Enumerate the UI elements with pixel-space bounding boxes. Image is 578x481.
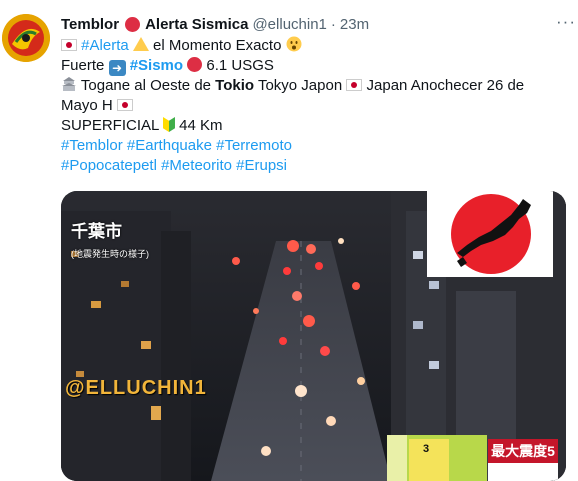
arrow-right-box-icon: ➜: [108, 60, 126, 76]
intensity-badge-footer: [488, 463, 558, 481]
japan-flag-icon: [61, 39, 77, 51]
tweet-text-location: Togane al Oeste de: [80, 77, 216, 94]
tweet-time[interactable]: 23m: [340, 16, 369, 33]
tweet-text-1: el Momento Exacto: [153, 37, 282, 54]
tweet-content: Temblor Alerta Sismica @elluchin1 · 23m …: [61, 12, 564, 176]
japan-flag-icon: [116, 99, 133, 111]
warning-icon: [132, 37, 149, 51]
avatar-logo-icon: [2, 14, 50, 62]
pagoda-icon: [62, 77, 76, 91]
hashtag-meteorito[interactable]: #Meteorito: [161, 157, 232, 174]
author-name[interactable]: Temblor: [61, 16, 119, 33]
separator-dot: ·: [330, 15, 336, 33]
tweet-text-tokyo: Tokyo Japon: [254, 77, 343, 94]
hashtag-temblor[interactable]: #Temblor: [61, 137, 123, 154]
hashtag-popocatepetl[interactable]: #Popocatepetl: [61, 157, 157, 174]
tweet-line-2: Fuerte ➜ #Sismo 6.1 USGS: [61, 56, 564, 76]
intensity-map-number: 3: [423, 443, 430, 455]
city-label: 千葉市: [71, 222, 122, 241]
red-circle-icon: [187, 57, 203, 72]
red-circle-icon: [125, 16, 141, 32]
hashtag-erupsi[interactable]: #Erupsi: [236, 157, 287, 174]
tweet-header: Temblor Alerta Sismica @elluchin1 · 23m: [61, 12, 564, 36]
tweet-text-magnitude: 6.1 USGS: [206, 57, 274, 74]
author-alert-label[interactable]: Alerta Sismica: [145, 16, 248, 33]
intensity-map: 3: [387, 435, 487, 481]
tweet-line-5: SUPERFICIAL 44 Km: [61, 116, 564, 136]
tweet-line-7: #Popocatepetl #Meteorito #Erupsi: [61, 156, 564, 176]
tweet-text-date: Japan Anochecer 26 de: [362, 77, 525, 94]
hashtag-sismo[interactable]: #Sismo: [130, 57, 183, 74]
intensity-badge: 最大震度5弱: [488, 439, 558, 481]
tweet-line-1: #Alerta el Momento Exacto: [61, 36, 564, 56]
author-handle[interactable]: @elluchin1: [252, 16, 326, 33]
tweet-media[interactable]: 千葉市 (地震発生時の様子) @ELLUCHIN1 3 最大震度5弱: [61, 191, 566, 481]
city-sub-label: (地震発生時の様子): [71, 249, 149, 259]
tweet-line-4: Mayo H: [61, 96, 564, 116]
tweet-text-mayo: Mayo H: [61, 97, 113, 114]
beginner-mark-icon: [162, 117, 175, 132]
hashtag-earthquake[interactable]: #Earthquake: [127, 137, 212, 154]
avatar[interactable]: [2, 14, 50, 62]
tweet-line-6: #Temblor #Earthquake #Terremoto: [61, 136, 564, 156]
tweet-text-superficial: SUPERFICIAL: [61, 117, 159, 134]
tweet-text-depth: 44 Km: [174, 117, 223, 134]
japan-flag-icon: [346, 79, 363, 91]
tweet-text-tokio: Tokio: [215, 77, 255, 94]
hashtag-terremoto[interactable]: #Terremoto: [216, 137, 292, 154]
watermark-label: @ELLUCHIN1: [65, 377, 207, 399]
tweet-line-3: Togane al Oeste de Tokio Tokyo Japon Jap…: [61, 76, 564, 96]
face-emoji-icon: [286, 36, 302, 52]
japan-map-icon: [427, 191, 553, 277]
hashtag-alerta[interactable]: #Alerta: [81, 37, 129, 54]
tweet-text-fuerte: Fuerte: [61, 57, 105, 74]
